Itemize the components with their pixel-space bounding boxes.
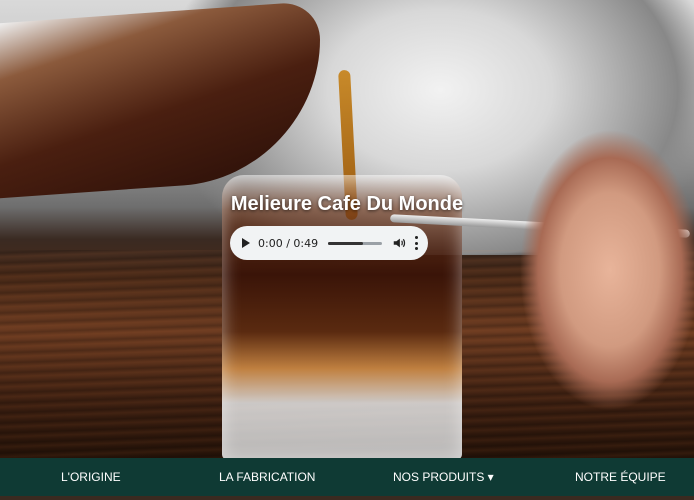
nav-item-origine[interactable]: L'ORIGINE	[61, 458, 121, 496]
nav-item-produits-dropdown[interactable]: NOS PRODUITS ▾	[393, 458, 494, 496]
footer-strip	[0, 496, 694, 500]
volume-icon[interactable]	[392, 236, 406, 250]
nav-item-fabrication[interactable]: LA FABRICATION	[219, 458, 315, 496]
more-vertical-icon[interactable]	[414, 236, 418, 250]
hero-title: Melieure Cafe Du Monde	[230, 193, 464, 215]
main-navigation: L'ORIGINE LA FABRICATION NOS PRODUITS ▾ …	[0, 458, 694, 496]
audio-progress-bar[interactable]	[328, 241, 383, 245]
audio-progress-fill	[328, 241, 364, 245]
play-icon[interactable]	[242, 238, 250, 248]
hero-photo-hand	[510, 120, 694, 420]
audio-time: 0:00 / 0:49	[258, 236, 319, 250]
audio-player[interactable]: 0:00 / 0:49	[230, 226, 428, 260]
nav-item-equipe[interactable]: NOTRE ÉQUIPE	[575, 458, 666, 496]
